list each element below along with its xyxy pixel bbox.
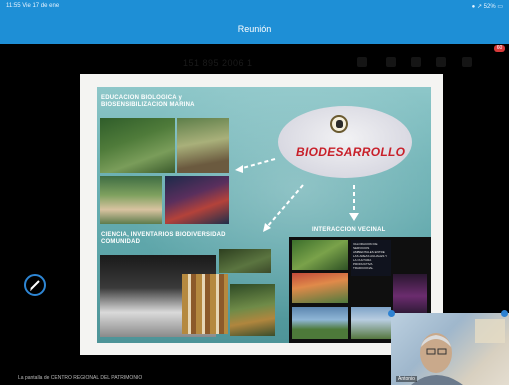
record-badge: 60 bbox=[494, 45, 505, 52]
share-icon[interactable] bbox=[411, 57, 421, 67]
audio-icon[interactable] bbox=[357, 57, 367, 67]
participants-icon[interactable] bbox=[436, 57, 446, 67]
photo-village bbox=[292, 240, 348, 270]
photo-celebration bbox=[292, 273, 348, 303]
info-poster: VALORACION DE SERVICIOS AMBIENTALES ENTR… bbox=[351, 240, 391, 276]
status-time: 11:55 Vie 17 de ene bbox=[6, 3, 60, 9]
meeting-toolbar bbox=[0, 52, 509, 72]
video-icon[interactable] bbox=[386, 57, 396, 67]
shared-slide: EDUCACION BIOLOGICA y BIOSENSIBILIZACION… bbox=[97, 87, 431, 343]
meeting-screen: 11:55 Vie 17 de ene ● ↗ 52% ▭ Reunión 15… bbox=[0, 0, 509, 385]
participant-video[interactable]: Antonio bbox=[391, 313, 509, 385]
participant-expand-icon[interactable] bbox=[501, 310, 508, 317]
section-science-title: CIENCIA, INVENTARIOS BIODIVERSIDAD COMUN… bbox=[101, 232, 226, 245]
participant-pin-icon[interactable] bbox=[388, 310, 395, 317]
photo-group-outdoor bbox=[219, 249, 271, 273]
arrow-head-down bbox=[349, 213, 359, 221]
arrow-head-left bbox=[235, 165, 243, 173]
screen-share-label: La pantalla de CENTRO REGIONAL DEL PATRI… bbox=[18, 375, 143, 381]
section-community-title: INTERACCION VECINAL bbox=[312, 227, 386, 233]
arrow-icon-down-left bbox=[266, 184, 304, 228]
meeting-title: Reunión bbox=[237, 24, 272, 34]
photo-landscape bbox=[292, 307, 348, 339]
photo-brochure bbox=[393, 274, 427, 318]
participant-name: Antonio bbox=[396, 376, 417, 382]
pencil-icon bbox=[30, 280, 40, 291]
more-icon[interactable] bbox=[462, 57, 472, 67]
annotate-button[interactable] bbox=[24, 274, 46, 296]
meeting-id: 151 895 2006 1 bbox=[183, 58, 253, 68]
photo-specimen-tray bbox=[182, 274, 228, 334]
photo-view bbox=[351, 307, 391, 339]
photo-field-work bbox=[230, 284, 275, 336]
status-indicators: ● ↗ 52% ▭ bbox=[471, 4, 503, 10]
top-bar: 11:55 Vie 17 de ene ● ↗ 52% ▭ Reunión bbox=[0, 0, 509, 44]
arrow-icon bbox=[238, 158, 276, 170]
participant-figure bbox=[411, 319, 505, 385]
